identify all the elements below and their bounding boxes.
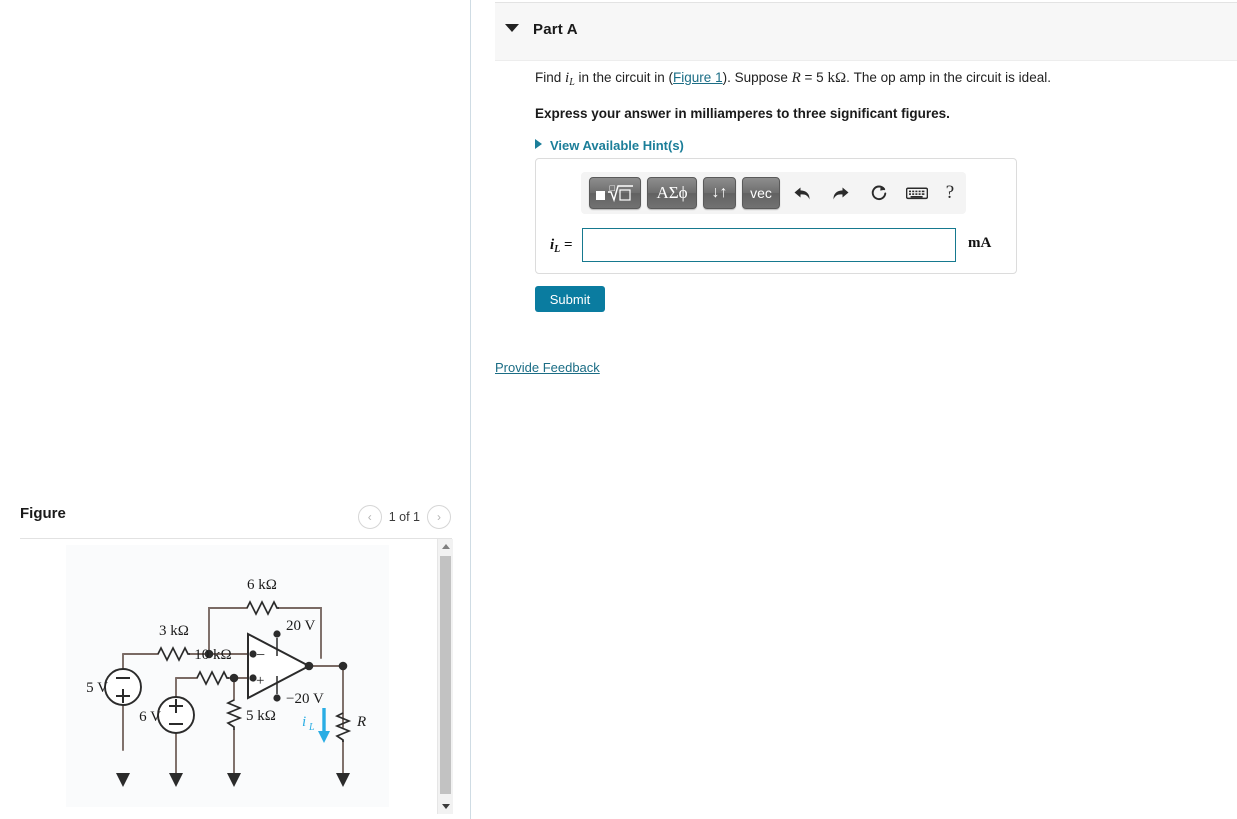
svg-text:+: + bbox=[256, 673, 264, 689]
greek-symbols-button[interactable]: ΑΣϕ bbox=[647, 177, 697, 209]
vector-button[interactable]: vec bbox=[742, 177, 780, 209]
arrows-button[interactable]: ↓↑ bbox=[703, 177, 736, 209]
svg-text:20 V: 20 V bbox=[286, 618, 315, 634]
svg-text:5 V: 5 V bbox=[86, 680, 108, 696]
caret-right-icon bbox=[535, 139, 542, 149]
answer-instruction: Express your answer in milliamperes to t… bbox=[535, 106, 950, 121]
scrollbar-thumb[interactable] bbox=[440, 556, 451, 794]
scroll-up-arrow-icon[interactable] bbox=[438, 539, 453, 554]
reset-circular-arrow-icon[interactable] bbox=[866, 179, 892, 207]
svg-text:6 V: 6 V bbox=[139, 709, 161, 725]
prompt-prefix: Find bbox=[535, 70, 566, 85]
pane-divider bbox=[470, 0, 471, 819]
submit-button[interactable]: Submit bbox=[535, 286, 605, 312]
figure-pager-label: 1 of 1 bbox=[388, 510, 420, 524]
figure-viewport: 6 kΩ 3 kΩ 10 kΩ 5 kΩ 5 V 6 V 20 V −20 V … bbox=[20, 539, 437, 819]
prompt-equals: = 5 bbox=[800, 70, 828, 85]
svg-text:□: □ bbox=[609, 184, 616, 192]
svg-text:L: L bbox=[308, 722, 315, 733]
page-title: Part A bbox=[533, 21, 578, 38]
help-icon[interactable]: ? bbox=[940, 179, 960, 207]
keyboard-icon[interactable] bbox=[904, 179, 930, 207]
circuit-diagram[interactable]: 6 kΩ 3 kΩ 10 kΩ 5 kΩ 5 V 6 V 20 V −20 V … bbox=[66, 545, 389, 807]
question-pane: Part A Find iL in the circuit in (Figure… bbox=[495, 0, 1237, 819]
prompt-tail: . The op amp in the circuit is ideal. bbox=[846, 70, 1051, 85]
svg-text:3 kΩ: 3 kΩ bbox=[159, 623, 189, 639]
view-hints-toggle[interactable]: View Available Hint(s) bbox=[535, 138, 684, 153]
svg-text:−: − bbox=[256, 647, 265, 664]
question-body: Find iL in the circuit in (Figure 1). Su… bbox=[535, 68, 1195, 155]
answer-variable-label: iL = bbox=[550, 237, 573, 255]
prompt-after-link: ). Suppose bbox=[722, 70, 792, 85]
provide-feedback-link[interactable]: Provide Feedback bbox=[495, 360, 600, 375]
caret-down-icon[interactable] bbox=[505, 24, 519, 32]
answer-label-equals: = bbox=[560, 237, 573, 253]
svg-text:5 kΩ: 5 kΩ bbox=[246, 708, 276, 724]
prompt-symbol-r: R bbox=[791, 70, 801, 86]
scroll-down-arrow-icon[interactable] bbox=[438, 799, 453, 814]
view-hints-label: View Available Hint(s) bbox=[550, 138, 684, 153]
answer-unit-label: mA bbox=[968, 235, 992, 251]
chevron-left-icon[interactable]: ‹ bbox=[357, 505, 382, 529]
figure-1-link[interactable]: Figure 1 bbox=[673, 70, 723, 85]
svg-text:i: i bbox=[302, 714, 306, 730]
svg-text:6 kΩ: 6 kΩ bbox=[247, 577, 277, 593]
prompt-mid: in the circuit in ( bbox=[574, 70, 674, 85]
chevron-right-icon[interactable]: › bbox=[427, 505, 451, 529]
svg-text:−20 V: −20 V bbox=[286, 691, 324, 707]
figure-pager: ‹ 1 of 1 › bbox=[357, 505, 451, 529]
undo-arrow-icon[interactable] bbox=[789, 179, 815, 207]
prompt-unit-kohm: kΩ bbox=[827, 70, 847, 86]
svg-text:R: R bbox=[356, 714, 366, 730]
answer-entry-box: □ ΑΣϕ ↓↑ vec ? iL = mA bbox=[535, 158, 1017, 274]
math-toolbar: □ ΑΣϕ ↓↑ vec ? bbox=[581, 172, 966, 214]
question-prompt: Find iL in the circuit in (Figure 1). Su… bbox=[535, 68, 1195, 93]
figure-section-title: Figure bbox=[20, 505, 66, 522]
answer-input[interactable] bbox=[582, 228, 956, 262]
figure-pane: Figure ‹ 1 of 1 › 6 kΩ 3 kΩ 10 kΩ 5 kΩ 5… bbox=[0, 495, 470, 819]
part-a-header[interactable]: Part A bbox=[495, 2, 1237, 61]
svg-text:10 kΩ: 10 kΩ bbox=[194, 647, 231, 663]
figure-scrollbar[interactable] bbox=[437, 539, 453, 814]
redo-arrow-icon[interactable] bbox=[827, 179, 853, 207]
math-template-button[interactable]: □ bbox=[589, 177, 641, 209]
page-root: Part A Find iL in the circuit in (Figure… bbox=[0, 0, 1237, 819]
